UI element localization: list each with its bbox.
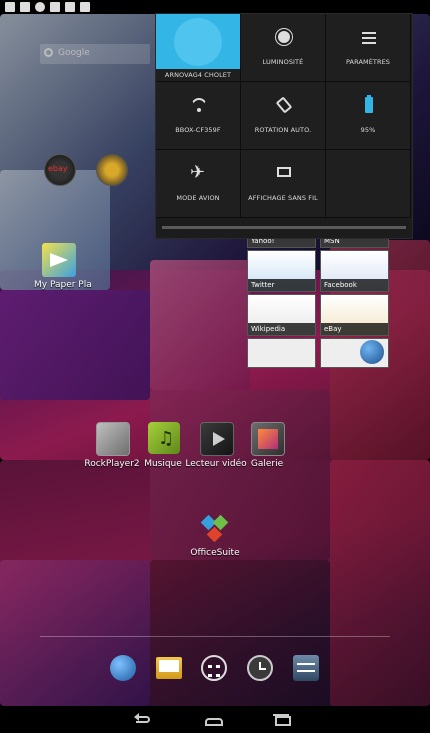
play-icon xyxy=(65,2,75,12)
wireless-display-label: AFFICHAGE SANS FIL xyxy=(248,194,318,202)
airplane-mode-label: MODE AVION xyxy=(176,194,220,202)
quick-settings-panel: ARNOVAG4 CHOLET LUMINOSITÉ PARAMÈTRES BB… xyxy=(155,13,413,239)
recent-apps-icon[interactable] xyxy=(265,710,305,730)
rotation-label: ROTATION AUTO. xyxy=(254,126,312,134)
browser-icon[interactable] xyxy=(110,655,136,681)
gallery-label: Galerie xyxy=(250,459,284,469)
bookmark-twitter[interactable]: Twitter xyxy=(247,250,316,292)
music-note-icon: ♫ xyxy=(158,428,175,449)
wifi-icon xyxy=(190,96,208,114)
paper-plane-app-label: My Paper Pla xyxy=(34,280,92,290)
clock-icon[interactable] xyxy=(247,655,273,681)
folder-icon[interactable] xyxy=(96,154,128,186)
airplane-mode-tile[interactable]: ✈ MODE AVION xyxy=(156,150,241,218)
email-icon[interactable] xyxy=(156,657,182,679)
back-icon[interactable] xyxy=(126,710,166,730)
slider-line xyxy=(297,663,315,665)
play-icon xyxy=(80,2,90,12)
google-search-bar[interactable]: Google xyxy=(40,44,150,64)
bookmark-ebay[interactable]: eBay xyxy=(320,294,389,336)
bookmark-wikipedia[interactable]: Wikipedia xyxy=(247,294,316,336)
all-apps-icon[interactable] xyxy=(201,655,227,681)
photo-icon xyxy=(258,429,278,449)
navigation-bar xyxy=(0,706,430,733)
bookmark-facebook[interactable]: Facebook xyxy=(320,250,389,292)
battery-label: 95% xyxy=(360,126,376,134)
settings-icon[interactable] xyxy=(293,655,319,681)
battery-icon xyxy=(360,95,378,114)
brightness-icon xyxy=(275,28,293,46)
search-icon xyxy=(44,48,53,57)
globe-icon xyxy=(360,340,384,364)
ebay-label: ebay xyxy=(48,164,68,173)
brightness-tile[interactable]: LUMINOSITÉ xyxy=(241,14,326,82)
wifi-label: BBOX-CF359F xyxy=(175,126,221,134)
search-label: Google xyxy=(58,48,90,58)
user-tile[interactable]: ARNOVAG4 CHOLET xyxy=(156,14,241,82)
grid-dots xyxy=(208,665,220,677)
bookmark-label: Wikipedia xyxy=(248,323,315,335)
officesuite-app-icon[interactable] xyxy=(199,513,231,545)
clock-hand xyxy=(259,668,266,670)
bookmark-label: Facebook xyxy=(321,279,388,291)
music-app-icon[interactable]: ♫ xyxy=(148,422,180,454)
status-bar xyxy=(0,0,430,14)
slider-line xyxy=(297,670,315,672)
envelope-flap xyxy=(159,660,179,672)
airplane-icon: ✈ xyxy=(190,162,206,183)
home-icon[interactable] xyxy=(195,710,235,730)
paper-plane-icon xyxy=(50,253,68,267)
image-icon xyxy=(20,2,30,12)
battery-tile[interactable]: 95% xyxy=(326,82,411,150)
officesuite-label: OfficeSuite xyxy=(190,548,240,558)
empty-tile xyxy=(326,150,411,218)
bookmark-thumb[interactable] xyxy=(247,338,316,368)
settings-tile[interactable]: PARAMÈTRES xyxy=(326,14,411,82)
wifi-tile[interactable]: BBOX-CF359F xyxy=(156,82,241,150)
bookmark-label: Twitter xyxy=(248,279,315,291)
gallery-icon xyxy=(5,2,15,12)
play-icon xyxy=(213,432,225,446)
paper-plane-app-icon[interactable] xyxy=(42,243,76,277)
rockplayer-app-icon[interactable] xyxy=(96,422,130,456)
folder-ebay[interactable]: ebay xyxy=(44,154,76,186)
video-player-app-icon[interactable] xyxy=(200,422,234,456)
bookmark-label: eBay xyxy=(321,323,388,335)
panel-handle[interactable] xyxy=(162,226,406,229)
gallery-app-icon[interactable] xyxy=(251,422,285,456)
wireless-display-tile[interactable]: AFFICHAGE SANS FIL xyxy=(241,150,326,218)
bookmarks-widget: Yahoo! MSN Twitter Facebook Wikipedia eB… xyxy=(247,232,392,370)
cast-icon xyxy=(275,164,293,182)
rotation-icon xyxy=(275,96,293,114)
settings-label: PARAMÈTRES xyxy=(345,58,391,66)
user-name-label: ARNOVAG4 CHOLET xyxy=(156,69,240,81)
dock-divider xyxy=(40,636,390,637)
settings-sliders-icon xyxy=(360,28,378,46)
rotation-tile[interactable]: ROTATION AUTO. xyxy=(241,82,326,150)
user-avatar-icon xyxy=(174,18,222,66)
brightness-label: LUMINOSITÉ xyxy=(262,58,304,66)
chat-icon xyxy=(35,2,45,12)
play-icon xyxy=(50,2,60,12)
